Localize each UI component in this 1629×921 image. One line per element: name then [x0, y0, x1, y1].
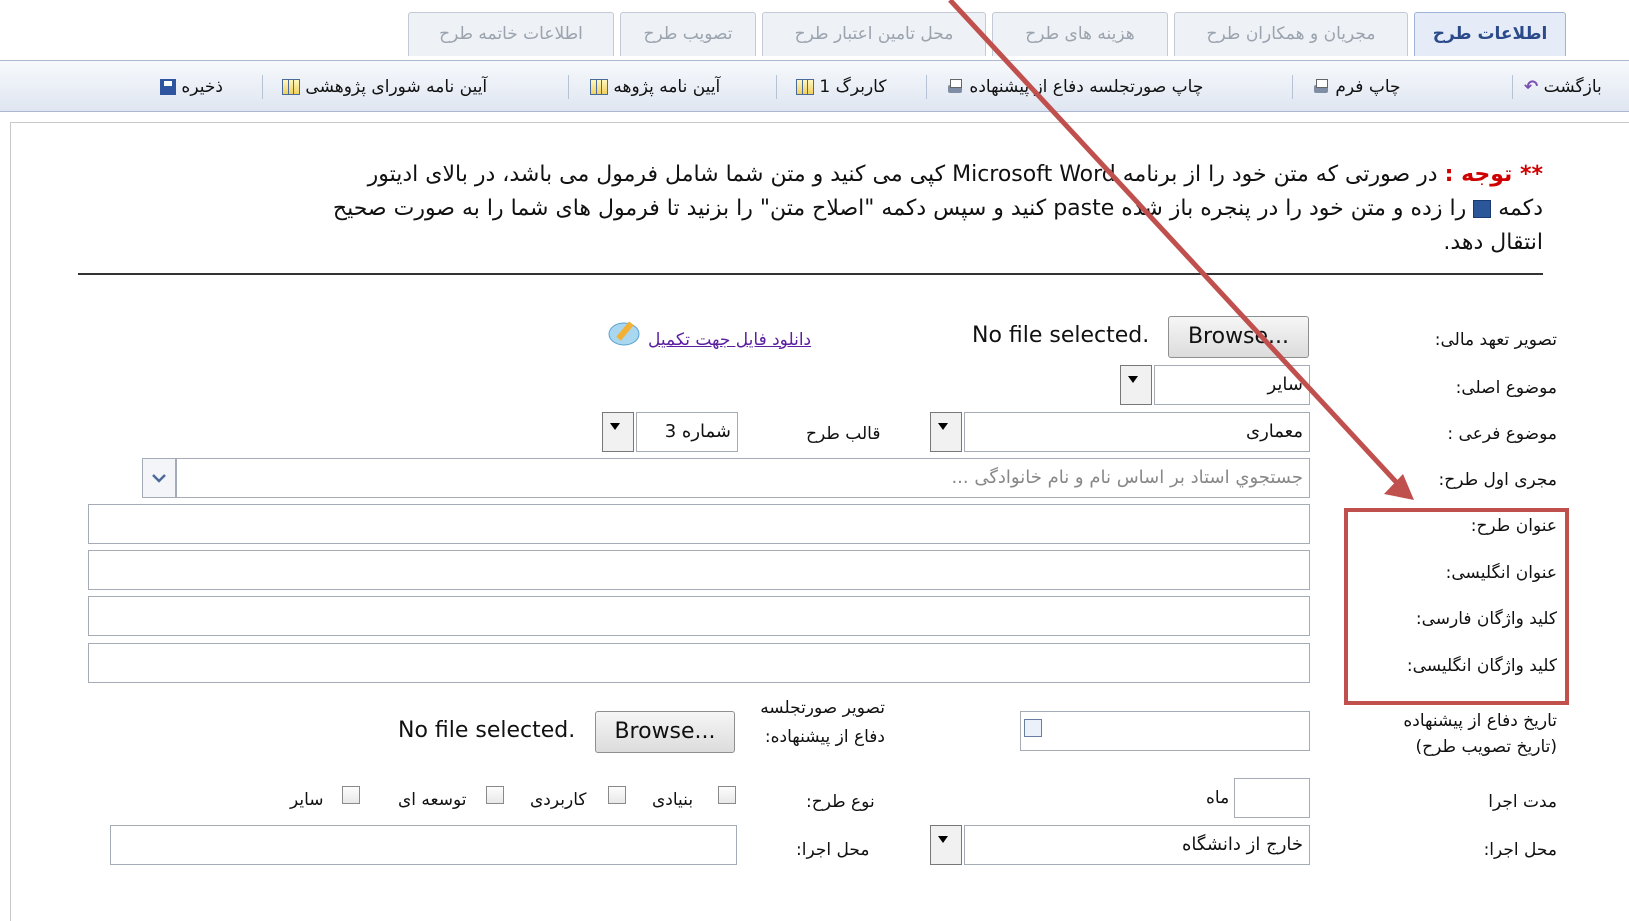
calendar-icon[interactable] — [1024, 719, 1042, 737]
duration-label: مدت اجرا — [1488, 792, 1557, 812]
no-file-text: No file selected. — [398, 718, 576, 743]
defense-date-input[interactable] — [1020, 711, 1310, 751]
location-detail-label: محل اجرا: — [796, 840, 870, 860]
duration-input[interactable] — [1234, 778, 1310, 818]
location-detail-input[interactable] — [110, 825, 737, 865]
location-label: محل اجرا: — [1483, 840, 1557, 860]
minutes-image-label: تصویر صورتجلسه دفاع از پیشنهاده: — [760, 698, 885, 747]
browse-button[interactable]: Browse... — [595, 711, 735, 753]
type-fundamental-checkbox[interactable] — [718, 786, 736, 804]
defense-date-label: تاریخ دفاع از پیشنهاده (تاریخ تصویب طرح) — [1403, 711, 1557, 757]
type-developmental-label: توسعه ای — [398, 790, 467, 810]
type-other-label: سایر — [290, 790, 324, 810]
type-other-checkbox[interactable] — [342, 786, 360, 804]
type-applied-label: کاربردی — [530, 790, 587, 810]
type-applied-checkbox[interactable] — [608, 786, 626, 804]
type-developmental-checkbox[interactable] — [486, 786, 504, 804]
chevron-down-icon[interactable] — [930, 825, 962, 865]
annotation-arrow — [948, 0, 1414, 500]
duration-unit: ماه — [1206, 788, 1230, 808]
project-type-label: نوع طرح: — [806, 792, 875, 812]
location-select[interactable]: خارج از دانشگاه — [964, 825, 1310, 865]
type-fundamental-label: بنیادی — [652, 790, 694, 810]
